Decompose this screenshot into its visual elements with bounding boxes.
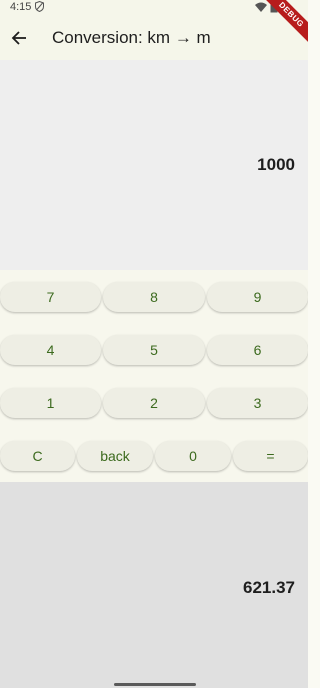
wifi-icon	[255, 2, 267, 16]
key-6[interactable]: 6	[207, 335, 308, 365]
app-screen: 4:15 DEBUG Conversion: km → m 1000 7 8 9…	[0, 0, 308, 688]
arrow-left-icon[interactable]	[0, 16, 39, 60]
clear-button[interactable]: C	[0, 441, 75, 471]
input-value: 1000	[257, 155, 295, 174]
page-title: Conversion: km → m	[52, 28, 211, 47]
key-5[interactable]: 5	[103, 335, 205, 365]
result-display: 621.37	[0, 482, 308, 688]
key-7[interactable]: 7	[0, 282, 101, 312]
backspace-button[interactable]: back	[77, 441, 153, 471]
result-value: 621.37	[243, 578, 295, 597]
app-bar: Conversion: km → m	[0, 16, 308, 60]
key-3[interactable]: 3	[207, 388, 308, 418]
key-0[interactable]: 0	[155, 441, 231, 471]
key-4[interactable]: 4	[0, 335, 101, 365]
key-9[interactable]: 9	[207, 282, 308, 312]
key-2[interactable]: 2	[103, 388, 205, 418]
shield-icon	[35, 0, 44, 15]
home-indicator[interactable]	[114, 683, 196, 686]
status-bar: 4:15	[0, 0, 308, 16]
equals-button[interactable]: =	[233, 441, 308, 471]
status-time: 4:15	[10, 1, 32, 13]
keypad: 7 8 9 4 5 6 1 2 3 C back 0 =	[0, 270, 308, 482]
key-8[interactable]: 8	[103, 282, 205, 312]
key-1[interactable]: 1	[0, 388, 101, 418]
input-display: 1000	[0, 60, 308, 270]
